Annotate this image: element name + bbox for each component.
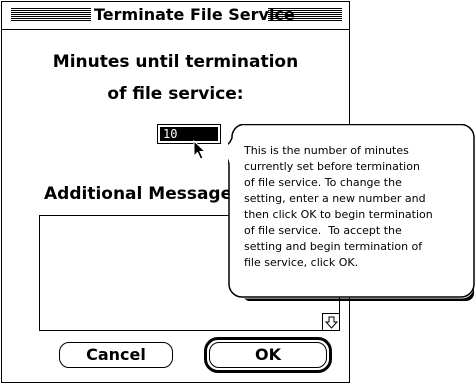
additional-message-label: Additional Message bbox=[44, 184, 233, 204]
arrow-cursor-icon bbox=[193, 139, 207, 164]
minutes-input[interactable]: 10 bbox=[157, 124, 221, 144]
help-balloon: This is the number of minutes currently … bbox=[228, 124, 475, 302]
minutes-heading-line1: Minutes until termination bbox=[52, 52, 299, 72]
cancel-button[interactable]: Cancel bbox=[59, 342, 173, 368]
title-bar-stripes-left bbox=[11, 8, 91, 21]
minutes-value: 10 bbox=[160, 127, 218, 141]
title-bar[interactable]: Terminate File Service bbox=[2, 2, 349, 30]
help-balloon-text: This is the number of minutes currently … bbox=[244, 144, 433, 269]
ok-button[interactable]: OK bbox=[209, 342, 327, 368]
window-title: Terminate File Service bbox=[94, 5, 295, 25]
minutes-heading-line2: of file service: bbox=[107, 84, 244, 104]
scroll-down-arrow-icon[interactable] bbox=[322, 313, 339, 330]
